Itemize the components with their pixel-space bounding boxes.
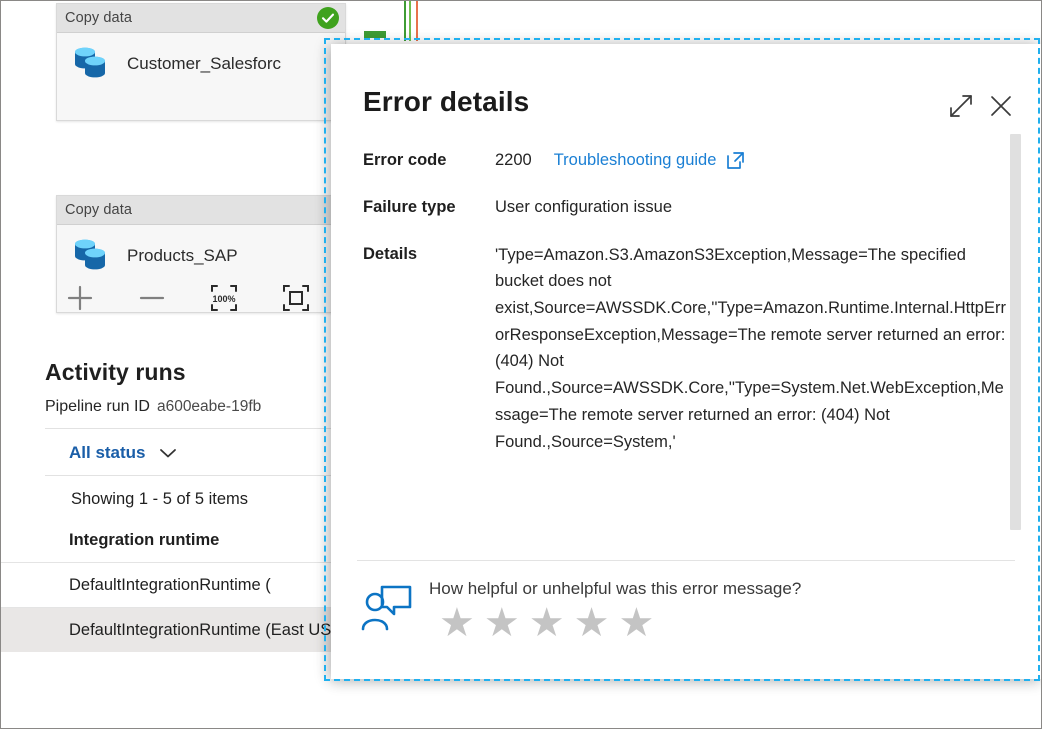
- failure-type-value: User configuration issue: [495, 197, 673, 216]
- star-icon-2[interactable]: ★: [484, 603, 520, 643]
- error-code-label: Error code: [363, 151, 447, 169]
- zoom-to-fit-icon[interactable]: [279, 281, 313, 315]
- zoom-out-icon[interactable]: [135, 281, 169, 315]
- chevron-down-icon: [158, 446, 178, 460]
- troubleshooting-guide-label: Troubleshooting guide: [553, 151, 717, 169]
- close-icon[interactable]: [981, 86, 1021, 126]
- error-code-value: 2200: [495, 151, 532, 169]
- activity-card-copy-data-1[interactable]: Copy data Customer_Salesforc: [56, 3, 346, 121]
- external-link-icon: [726, 151, 745, 170]
- database-icon: [71, 44, 113, 84]
- activity-card-body: Customer_Salesforc: [57, 33, 345, 95]
- star-icon-5[interactable]: ★: [618, 603, 654, 643]
- troubleshooting-guide-link[interactable]: Troubleshooting guide: [554, 148, 746, 173]
- panel-scrollbar-track[interactable]: [1010, 130, 1031, 556]
- error-code-row: Error code 2200 Troubleshooting guide: [363, 148, 1011, 173]
- activity-type-label: Copy data: [65, 10, 132, 26]
- panel-body: Error code 2200 Troubleshooting guide Fa…: [331, 126, 1041, 560]
- integration-runtime-name: DefaultIntegrationRuntime (: [69, 575, 271, 594]
- integration-runtime-name: DefaultIntegrationRuntime (East US): [69, 620, 337, 639]
- activity-name: Customer_Salesforc: [127, 54, 282, 73]
- svg-text:100%: 100%: [212, 294, 235, 304]
- activity-card-body: Products_SAP: [57, 225, 345, 287]
- star-icon-4[interactable]: ★: [574, 603, 610, 643]
- zoom-to-100-percent-icon[interactable]: 100%: [207, 281, 241, 315]
- star-icon-1[interactable]: ★: [439, 603, 475, 643]
- connector-line-green: [404, 1, 406, 41]
- connector-stub: [364, 31, 386, 38]
- details-label: Details: [363, 244, 418, 263]
- connector-line-orange: [416, 1, 418, 41]
- pipeline-run-id-label: Pipeline run ID: [45, 398, 150, 415]
- expand-diagonal-icon[interactable]: [941, 86, 981, 126]
- panel-scrollbar-thumb[interactable]: [1010, 134, 1021, 530]
- connector-line-green-2: [409, 1, 411, 41]
- panel-title: Error details: [363, 86, 530, 117]
- green-check-icon: [317, 7, 339, 29]
- error-code-value-group: 2200 Troubleshooting guide: [495, 148, 745, 173]
- database-icon: [71, 236, 113, 276]
- details-row: Details 'Type=Amazon.S3.AmazonS3Exceptio…: [363, 242, 1011, 456]
- canvas-zoom-toolbar: 100%: [63, 281, 313, 315]
- status-filter-label: All status: [69, 443, 146, 462]
- activity-name: Products_SAP: [127, 246, 238, 265]
- feedback-question: How helpful or unhelpful was this error …: [429, 579, 802, 598]
- user-feedback-icon: [361, 579, 419, 633]
- failure-type-row: Failure type User configuration issue: [363, 195, 1011, 220]
- failure-type-label: Failure type: [363, 197, 456, 216]
- feedback-section: How helpful or unhelpful was this error …: [331, 561, 1041, 679]
- activity-type-label: Copy data: [65, 202, 132, 218]
- activity-card-header: Copy data: [57, 4, 345, 33]
- pipeline-run-id-value: a600eabe-19fb: [156, 398, 262, 415]
- app-screenshot: Copy data Customer_Salesforc Copy data P…: [0, 0, 1042, 729]
- zoom-in-icon[interactable]: [63, 281, 97, 315]
- feedback-content: How helpful or unhelpful was this error …: [419, 579, 801, 643]
- details-value: 'Type=Amazon.S3.AmazonS3Exception,Messag…: [495, 245, 1006, 451]
- star-icon-3[interactable]: ★: [529, 603, 565, 643]
- error-details-panel: Error details Error code 2200 Troublesho…: [331, 44, 1041, 679]
- panel-header: Error details: [331, 44, 1041, 126]
- rating-stars[interactable]: ★ ★ ★ ★ ★: [429, 603, 801, 643]
- activity-card-header: Copy data: [57, 196, 345, 225]
